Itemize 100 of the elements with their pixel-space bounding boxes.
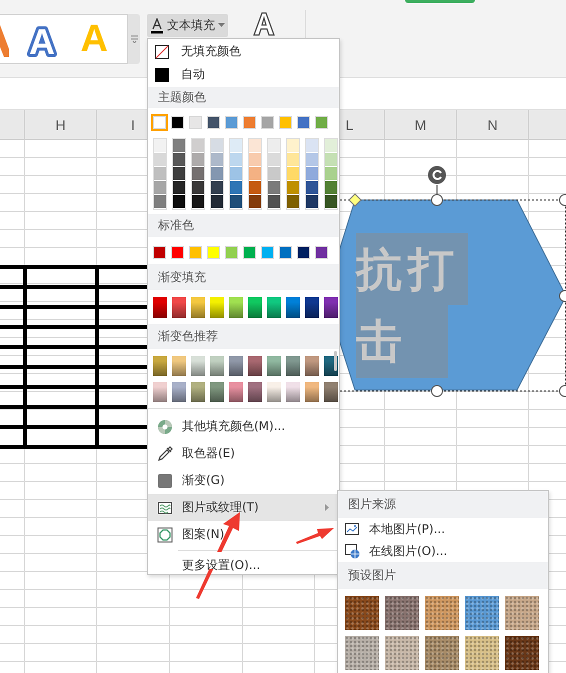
menu-item[interactable]: 渐变(G) [148,467,339,494]
gradient-swatch[interactable] [267,382,281,402]
color-swatch[interactable] [261,246,274,259]
texture-swatch[interactable] [465,636,499,670]
caret-icon [218,23,225,28]
color-swatch[interactable] [225,246,238,259]
color-swatch[interactable] [153,116,166,129]
gradient-swatch[interactable] [229,356,243,376]
gradient-swatch[interactable] [305,382,319,402]
menu-item[interactable]: 在线图片(O)... [338,540,548,562]
text-color-icon [150,18,164,34]
gradient-swatch[interactable] [286,297,300,318]
gradient-swatch[interactable] [286,382,300,402]
section-header: 渐变填充 [148,264,339,290]
texture-swatch[interactable] [465,596,499,630]
color-swatch[interactable] [261,116,274,129]
text-fill-button[interactable]: 文本填充 [147,14,228,37]
scrollbar-thumb[interactable] [334,351,337,371]
color-swatch[interactable] [297,246,310,259]
texture-swatch[interactable] [345,596,379,630]
gradient-swatch[interactable] [248,382,262,402]
color-swatch[interactable] [315,246,328,259]
resize-handle[interactable] [431,385,443,397]
adjust-handle[interactable] [348,193,362,207]
menu-item[interactable]: 图片或纹理(T) [148,494,339,521]
gradient-swatch[interactable] [305,297,319,318]
color-swatch[interactable] [189,246,202,259]
section-header: 图片来源 [338,491,548,518]
gradient-swatch[interactable] [153,297,167,318]
color-swatch[interactable] [207,246,220,259]
eyedropper-icon [157,446,173,462]
color-swatch[interactable] [225,116,238,129]
gradient-swatch[interactable] [267,297,281,318]
gradient-swatch[interactable] [153,356,167,376]
color-swatch[interactable] [207,116,220,129]
section-header: 主题颜色 [148,87,339,108]
menu-item[interactable]: 自动 [148,63,339,86]
menu-item[interactable]: 本地图片(P)... [338,518,548,540]
color-swatch[interactable] [315,116,328,129]
menu-item[interactable]: 图案(N) [148,521,339,548]
texture-swatch[interactable] [385,596,419,630]
ribbon-tab-button[interactable] [405,0,475,3]
color-swatch[interactable] [243,246,256,259]
gradient-swatch[interactable] [229,297,243,318]
gradient-swatch[interactable] [153,382,167,402]
color-swatch[interactable] [171,116,184,129]
gradient-swatch[interactable] [191,297,205,318]
rotate-handle[interactable] [428,166,446,194]
text-style-preview[interactable]: A [28,21,55,62]
resize-handle[interactable] [559,194,566,206]
color-swatch[interactable] [279,246,292,259]
gradient-swatch[interactable] [210,382,224,402]
gallery-more-button[interactable] [128,14,140,64]
color-swatch[interactable] [189,116,202,129]
image-icon [344,521,360,537]
texture-swatch[interactable] [385,636,419,670]
gradient-swatch[interactable] [229,382,243,402]
menu-item[interactable]: 取色器(E) [148,440,339,467]
menu-item[interactable]: 其他填充颜色(M)... [148,413,339,440]
gradient-swatch[interactable] [172,356,186,376]
color-swatch[interactable] [243,116,256,129]
gradient-swatch[interactable] [324,297,338,318]
gradient-swatch[interactable] [305,356,319,376]
gradient-swatch[interactable] [191,382,205,402]
annotation-arrow [296,528,334,544]
resize-handle[interactable] [431,194,443,206]
gradient-swatch[interactable] [210,356,224,376]
gradient-swatch[interactable] [324,382,338,402]
color-wheel-icon [157,418,173,434]
color-swatch[interactable] [153,246,166,259]
texture-swatch[interactable] [505,596,539,630]
octagon-icon [157,526,173,542]
menu-item[interactable]: 无填充颜色 [148,40,339,63]
section-header: 预设图片 [338,562,548,589]
texture-swatch[interactable] [345,636,379,670]
color-swatch[interactable] [171,246,184,259]
column-header[interactable]: N [457,110,529,139]
section-header: 渐变色推荐 [148,324,339,349]
texture-swatch[interactable] [505,636,539,670]
gradient-swatch[interactable] [248,356,262,376]
no-fill-icon [154,44,170,60]
texture-swatch[interactable] [425,596,459,630]
gradient-icon [157,472,173,488]
gradient-swatch[interactable] [267,356,281,376]
gradient-swatch[interactable] [191,356,205,376]
color-swatch[interactable] [297,116,310,129]
gradient-swatch[interactable] [248,297,262,318]
text-outline-icon[interactable] [253,12,275,36]
resize-handle[interactable] [559,385,566,397]
color-swatch[interactable] [279,116,292,129]
gradient-swatch[interactable] [210,297,224,318]
column-header[interactable]: M [385,110,457,139]
solid-fill-icon [154,66,170,82]
gradient-swatch[interactable] [172,382,186,402]
column-header[interactable]: H [25,110,97,139]
gradient-swatch[interactable] [172,297,186,318]
gradient-swatch[interactable] [286,356,300,376]
section-header: 标准色 [148,214,339,237]
image-globe-icon [344,543,360,559]
texture-swatch[interactable] [425,636,459,670]
